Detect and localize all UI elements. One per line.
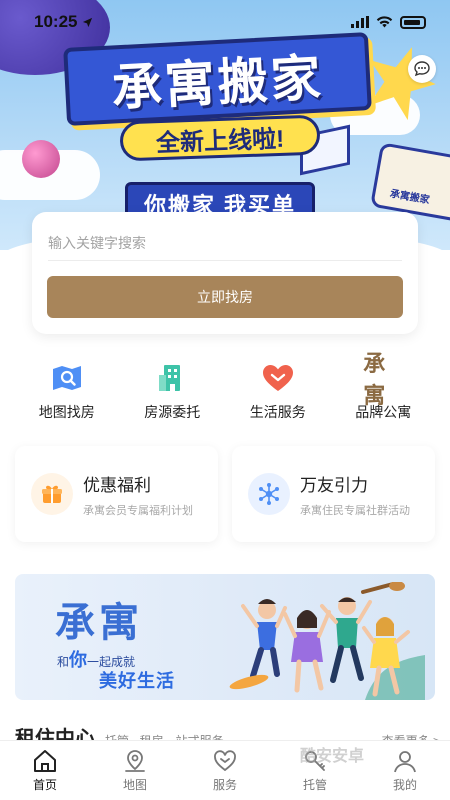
promo-banner[interactable]: 承寓 和你一起成就 美好生活: [15, 574, 435, 700]
quick-nav-listing-entrust[interactable]: 房源委托: [122, 360, 222, 430]
network-icon: [248, 473, 290, 515]
tab-label: 我的: [392, 778, 417, 792]
quick-nav-life-services[interactable]: 生活服务: [228, 360, 328, 430]
chat-icon: [414, 61, 430, 77]
quick-nav-label: 品牌公寓: [355, 404, 412, 420]
tab-services[interactable]: 服务: [180, 741, 270, 800]
gift-icon: [31, 473, 73, 515]
tab-label: 服务: [212, 778, 237, 792]
tab-label: 首页: [32, 778, 57, 792]
bottom-tab-bar: 首页 地图 服务 托管 我的: [0, 740, 450, 800]
feature-text: 万友引力 承寓住民专属社群活动: [300, 471, 410, 518]
location-arrow-icon: [83, 17, 93, 27]
tab-label: 托管: [302, 778, 327, 792]
promo-tagline-prefix: 和: [57, 655, 70, 669]
map-pin-icon: [125, 750, 145, 772]
tab-mine[interactable]: 我的: [360, 741, 450, 800]
status-indicators: [351, 15, 426, 29]
watermark: 酷安安卓: [300, 748, 365, 765]
quick-nav-label: 生活服务: [249, 404, 306, 420]
tab-label: 地图: [122, 778, 147, 792]
search-input[interactable]: [48, 228, 402, 258]
find-room-button[interactable]: 立即找房: [47, 276, 403, 318]
tab-home[interactable]: 首页: [0, 741, 90, 800]
heart-outline-icon: [214, 750, 236, 772]
feature-title: 优惠福利: [83, 475, 151, 495]
promo-tagline-emph: 你: [69, 650, 88, 670]
search-divider: [48, 260, 402, 261]
quick-nav-brand-apartment[interactable]: 承寓 品牌公寓: [333, 351, 433, 430]
home-icon: [34, 750, 56, 772]
wifi-icon: [376, 16, 393, 28]
quick-nav-label: 房源委托: [144, 404, 201, 420]
tab-map[interactable]: 地图: [90, 741, 180, 800]
feature-subtitle: 承寓住民专属社群活动: [300, 504, 410, 517]
banner-title: 承寓搬家: [110, 48, 326, 118]
brand-logo-icon: 承寓: [363, 351, 403, 409]
planet-decor: [22, 140, 60, 178]
building-icon: [152, 360, 192, 396]
message-button[interactable]: [408, 55, 436, 83]
feature-card-community[interactable]: 万友引力 承寓住民专属社群活动: [232, 446, 435, 542]
brand-logo-text: 承寓: [363, 351, 385, 409]
banner-title-plate: 承寓搬家: [63, 32, 372, 126]
battery-icon: [400, 15, 426, 29]
feature-card-benefits[interactable]: 优惠福利 承寓会员专属福利计划: [15, 446, 218, 542]
status-time: 10:25: [34, 12, 78, 31]
quick-nav: 地图找房 房源委托 生活服务 承寓 品牌公寓: [14, 351, 436, 430]
status-bar: 10:25: [0, 0, 450, 44]
promo-brand: 承寓: [55, 599, 143, 646]
signal-icon: [351, 16, 369, 28]
feature-title: 万友引力: [300, 475, 368, 495]
heart-icon: [258, 360, 298, 396]
bus-illustration: [370, 142, 450, 223]
map-search-icon: [47, 360, 87, 396]
quick-nav-map-search[interactable]: 地图找房: [17, 360, 117, 430]
promo-slogan: 美好生活: [99, 671, 175, 691]
banner-subtitle: 全新上线啦!: [155, 125, 285, 157]
user-icon: [394, 751, 416, 773]
feature-subtitle: 承寓会员专属福利计划: [83, 504, 193, 517]
people-illustration: [229, 582, 425, 700]
feature-text: 优惠福利 承寓会员专属福利计划: [83, 471, 193, 518]
quick-nav-label: 地图找房: [38, 404, 95, 420]
search-card: 立即找房: [32, 212, 418, 334]
banner-subtitle-plate: 全新上线啦!: [119, 114, 321, 162]
